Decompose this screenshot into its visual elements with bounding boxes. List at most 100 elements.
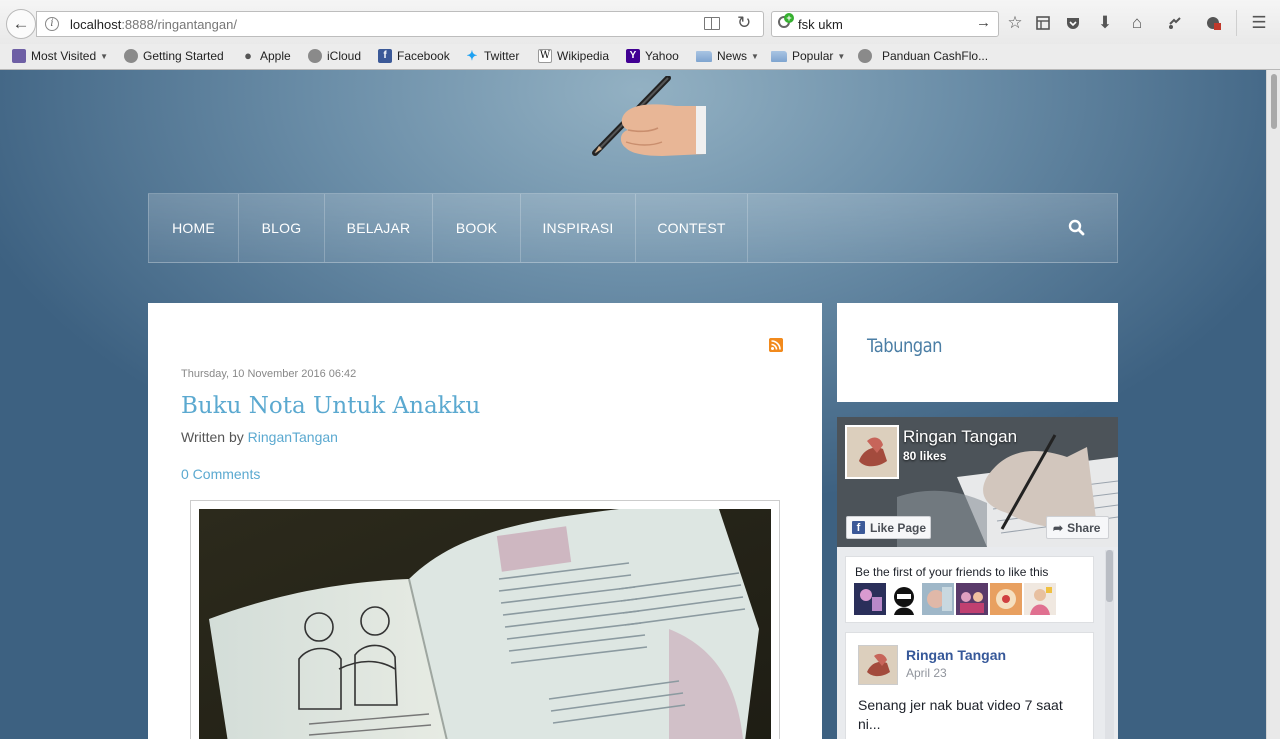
bookmark-panduan-cashflow[interactable]: Panduan CashFlo... [858,49,988,63]
post-image-book[interactable] [199,509,771,739]
add-search-engine-icon: + [784,13,794,23]
page-scroll-thumb[interactable] [1271,74,1277,129]
bookmark-getting-started[interactable]: Getting Started [124,49,224,63]
search-input[interactable]: fsk ukm [798,17,843,32]
facebook-post-author[interactable]: Ringan Tangan [906,647,1006,663]
friend-avatar[interactable] [956,583,988,615]
nav-item-blog[interactable]: BLOG [239,194,325,262]
bookmark-label: Getting Started [143,49,224,63]
facebook-page-widget: Ringan Tangan 80 likes f Like Page ➦ Sha… [837,417,1118,739]
bookmark-yahoo[interactable]: Y Yahoo [626,49,679,63]
post-author-link[interactable]: RinganTangan [248,429,338,445]
friend-avatar[interactable] [990,583,1022,615]
share-arrow-icon: ➦ [1053,520,1064,535]
twitter-icon: ✦ [466,48,478,63]
sidebar-module: Tabungan [837,303,1118,402]
nav-item-home[interactable]: HOME [149,194,239,262]
bookmarks-library-icon[interactable] [1032,12,1054,34]
folder-icon [771,50,787,62]
facebook-cover[interactable]: Ringan Tangan 80 likes f Like Page ➦ Sha… [837,417,1118,547]
bookmark-twitter[interactable]: ✦ Twitter [465,48,520,64]
search-bar[interactable]: + fsk ukm → [771,11,999,37]
home-icon[interactable]: ⌂ [1126,12,1148,34]
facebook-friends-text: Be the first of your friends to like thi… [855,565,1049,579]
facebook-friend-faces [854,583,1056,615]
bookmark-facebook[interactable]: f Facebook [378,49,450,63]
browser-toolbar: ← i localhost:8888/ringantangan/ ↻ + fsk… [0,0,1280,44]
like-page-label: Like Page [870,520,927,535]
bookmark-wikipedia[interactable]: W Wikipedia [538,49,609,63]
comments-link[interactable]: 0 Comments [181,466,260,482]
facebook-likes-count: 80 likes [903,449,947,463]
bookmark-apple[interactable]: ● Apple [241,48,291,64]
menu-hamburger-icon[interactable]: ☰ [1248,12,1270,34]
post-date: Thursday, 10 November 2016 06:42 [181,368,357,380]
bookmark-most-visited[interactable]: Most Visited ▼ [12,49,108,63]
avatar-hand-image [859,646,897,684]
page-viewport: HOME BLOG BELAJAR BOOK INSPIRASI CONTEST… [0,70,1280,739]
nav-item-book[interactable]: BOOK [433,194,521,262]
main-nav: HOME BLOG BELAJAR BOOK INSPIRASI CONTEST [148,193,1118,263]
extension-icon[interactable] [1164,12,1186,34]
reader-view-icon[interactable] [704,17,720,30]
facebook-scroll-thumb[interactable] [1106,550,1113,602]
facebook-page-avatar[interactable] [845,425,899,479]
facebook-post-date[interactable]: April 23 [906,666,947,680]
post-byline: Written by RinganTangan [181,429,338,445]
globe-icon [308,49,322,63]
friend-avatar[interactable] [1024,583,1056,615]
bookmark-label: Facebook [397,49,450,63]
rss-feed-icon[interactable] [769,338,783,352]
facebook-share-button[interactable]: ➦ Share [1046,516,1109,539]
url-bar[interactable]: i localhost:8888/ringantangan/ ↻ [36,11,764,37]
globe-icon [858,49,872,63]
nav-item-belajar[interactable]: BELAJAR [325,194,433,262]
url-path: :8888/ringantangan/ [121,17,237,32]
page-scrollbar[interactable] [1266,70,1280,739]
friend-avatar[interactable] [854,583,886,615]
most-visited-icon [12,49,26,63]
chevron-down-icon: ▼ [100,51,109,61]
bookmark-icloud[interactable]: iCloud [308,49,361,63]
bookmark-label: Popular [792,49,834,63]
back-button[interactable]: ← [6,9,36,39]
url-text[interactable]: localhost:8888/ringantangan/ [70,17,237,32]
facebook-page-name[interactable]: Ringan Tangan [903,427,1017,447]
download-icon[interactable]: ⬇ [1094,12,1116,34]
facebook-icon: f [378,49,392,63]
bookmark-star-icon[interactable]: ☆ [1004,12,1026,34]
facebook-post-avatar[interactable] [858,645,898,685]
yahoo-icon: Y [626,49,640,63]
friend-avatar[interactable] [922,583,954,615]
bookmark-label: iCloud [327,49,362,63]
url-host: localhost [70,17,122,32]
pocket-icon[interactable] [1062,12,1084,34]
chevron-down-icon: ▼ [837,51,846,61]
bookmark-popular[interactable]: Popular ▼ [771,49,845,63]
bookmarks-toolbar: Most Visited ▼ Getting Started ● Apple i… [0,44,1280,70]
folder-icon [696,50,712,62]
wikipedia-icon: W [538,49,552,63]
facebook-like-page-button[interactable]: f Like Page [846,516,931,539]
facebook-widget-scrollbar[interactable] [1105,550,1114,739]
bookmark-label: Panduan CashFlo... [882,49,989,63]
reload-icon[interactable]: ↻ [737,13,751,33]
info-icon[interactable]: i [45,17,59,31]
bookmark-label: Yahoo [645,49,679,63]
apple-icon: ● [244,48,252,63]
post-title[interactable]: Buku Nota Untuk Anakku [181,393,480,419]
search-go-icon[interactable]: → [976,14,991,31]
addon-icon[interactable] [1202,12,1224,34]
chevron-down-icon: ▼ [751,51,759,61]
share-label: Share [1067,520,1101,535]
logo-hand-pencil[interactable] [592,76,708,158]
nav-item-contest[interactable]: CONTEST [636,194,748,262]
bookmark-news[interactable]: News ▼ [696,49,759,63]
bookmark-label: News [717,49,748,63]
sidebar-title[interactable]: Tabungan [867,335,943,357]
nav-item-inspirasi[interactable]: INSPIRASI [521,194,636,262]
article-panel: Thursday, 10 November 2016 06:42 Buku No… [148,303,822,739]
friend-avatar[interactable] [888,583,920,615]
search-icon[interactable] [1067,218,1087,238]
facebook-friends-box: Be the first of your friends to like thi… [845,556,1094,623]
